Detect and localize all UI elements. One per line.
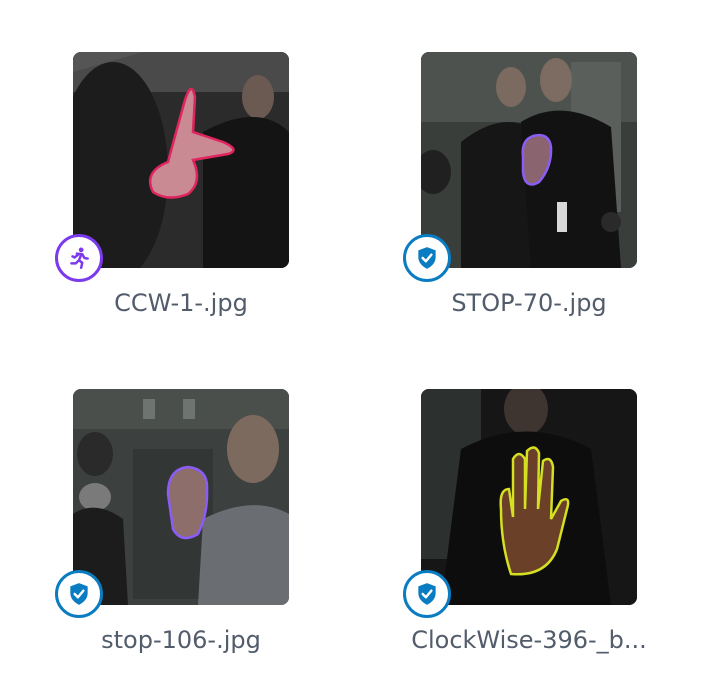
image-thumbnail[interactable] [73, 389, 289, 605]
image-filename: stop-106-.jpg [101, 626, 261, 654]
image-thumbnail[interactable] [421, 389, 637, 605]
shield-check-icon [403, 234, 451, 282]
image-thumbnail[interactable] [421, 52, 637, 268]
image-grid: CCW-1-.jpg STOP-70-.jpg stop-106-.jpg Cl… [0, 0, 715, 694]
image-filename: STOP-70-.jpg [451, 289, 607, 317]
thumbnail-image [421, 52, 637, 268]
image-card[interactable]: ClockWise-396-_b... [0, 0, 647, 654]
thumbnail-image [421, 389, 637, 605]
thumbnail-image [73, 389, 289, 605]
image-filename: ClockWise-396-_b... [411, 626, 647, 654]
shield-check-icon [403, 570, 451, 618]
shield-check-icon [55, 570, 103, 618]
